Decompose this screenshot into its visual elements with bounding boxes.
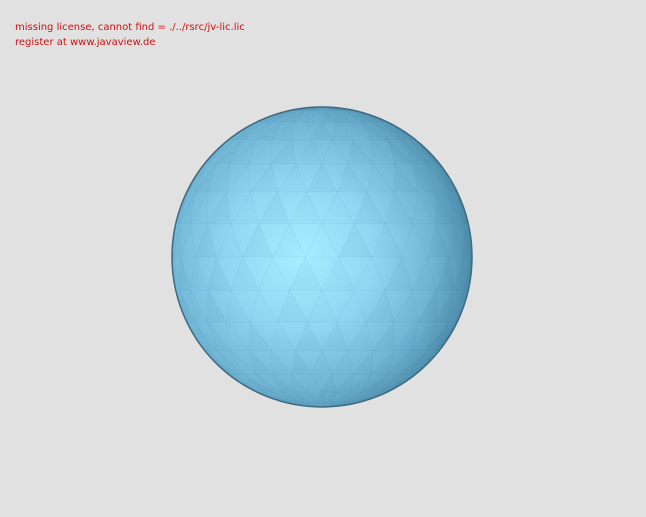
render-canvas[interactable] (0, 0, 646, 517)
javaview-display[interactable]: missing license, cannot find = ./../rsrc… (0, 0, 646, 517)
sphere-mesh[interactable] (171, 106, 473, 408)
